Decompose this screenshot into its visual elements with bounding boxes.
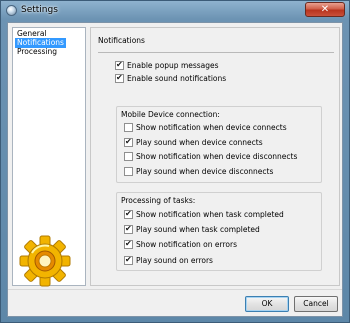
divider [98, 52, 334, 53]
ok-button[interactable]: OK [245, 296, 289, 312]
window-title: Settings [21, 5, 58, 15]
play-sound-disconnect-checkbox[interactable] [124, 166, 133, 176]
enable-popup-checkbox[interactable] [115, 60, 124, 70]
option-label: Play sound on errors [136, 255, 213, 265]
option-label: Show notification when task completed [136, 209, 284, 219]
option-label: Play sound when task completed [136, 224, 260, 234]
option-label: Play sound when device disconnects [136, 166, 274, 176]
close-icon: ✕ [320, 4, 330, 15]
tasks-option-4[interactable]: Play sound on errors [124, 254, 213, 266]
mobile-option-3[interactable]: Show notification when device disconnect… [124, 150, 297, 162]
option-label: Show notification when device disconnect… [136, 151, 298, 161]
sidebar-item-processing[interactable]: Processing [15, 47, 59, 57]
notifications-panel: Notifications Enable popup messages Enab… [90, 27, 340, 286]
cancel-button[interactable]: Cancel [294, 296, 338, 312]
play-sound-connect-checkbox[interactable] [124, 137, 133, 147]
close-button[interactable]: ✕ [305, 2, 345, 17]
enable-sound-option[interactable]: Enable sound notifications [115, 72, 226, 84]
show-notif-disconnect-checkbox[interactable] [124, 151, 133, 161]
title-bar[interactable]: Settings SOFTPEDIA ✕ [1, 1, 349, 52]
option-label: Show notification on errors [136, 239, 237, 249]
processing-tasks-group: Processing of tasks: Show notification w… [116, 192, 322, 271]
tasks-option-1[interactable]: Show notification when task completed [124, 208, 284, 220]
group-label: Mobile Device connection: [121, 110, 220, 119]
enable-popup-option[interactable]: Enable popup messages [115, 59, 219, 71]
show-notif-connect-checkbox[interactable] [124, 122, 133, 132]
gear-icon [19, 235, 71, 287]
show-notif-task-checkbox[interactable] [124, 209, 133, 219]
option-label: Enable sound notifications [127, 73, 227, 83]
panel-title: Notifications [98, 36, 145, 45]
enable-sound-checkbox[interactable] [115, 73, 124, 83]
app-icon [6, 5, 17, 16]
play-sound-errors-checkbox[interactable] [124, 255, 133, 265]
mobile-option-1[interactable]: Show notification when device connects [124, 121, 287, 133]
group-label: Processing of tasks: [121, 196, 196, 205]
option-label: Show notification when device connects [136, 122, 287, 132]
mobile-device-group: Mobile Device connection: Show notificat… [116, 106, 322, 183]
play-sound-task-checkbox[interactable] [124, 224, 133, 234]
mobile-option-2[interactable]: Play sound when device connects [124, 136, 263, 148]
footer-divider [8, 289, 342, 290]
settings-window: Settings SOFTPEDIA ✕ General Notificatio… [0, 0, 350, 323]
option-label: Enable popup messages [127, 60, 219, 70]
tasks-option-2[interactable]: Play sound when task completed [124, 223, 260, 235]
settings-category-list: General Notifications Processing [12, 27, 86, 287]
option-label: Play sound when device connects [136, 137, 263, 147]
show-notif-errors-checkbox[interactable] [124, 239, 133, 249]
mobile-option-4[interactable]: Play sound when device disconnects [124, 165, 273, 177]
tasks-option-3[interactable]: Show notification on errors [124, 238, 237, 250]
dialog-client-area: General Notifications Processing Notific… [7, 22, 343, 317]
